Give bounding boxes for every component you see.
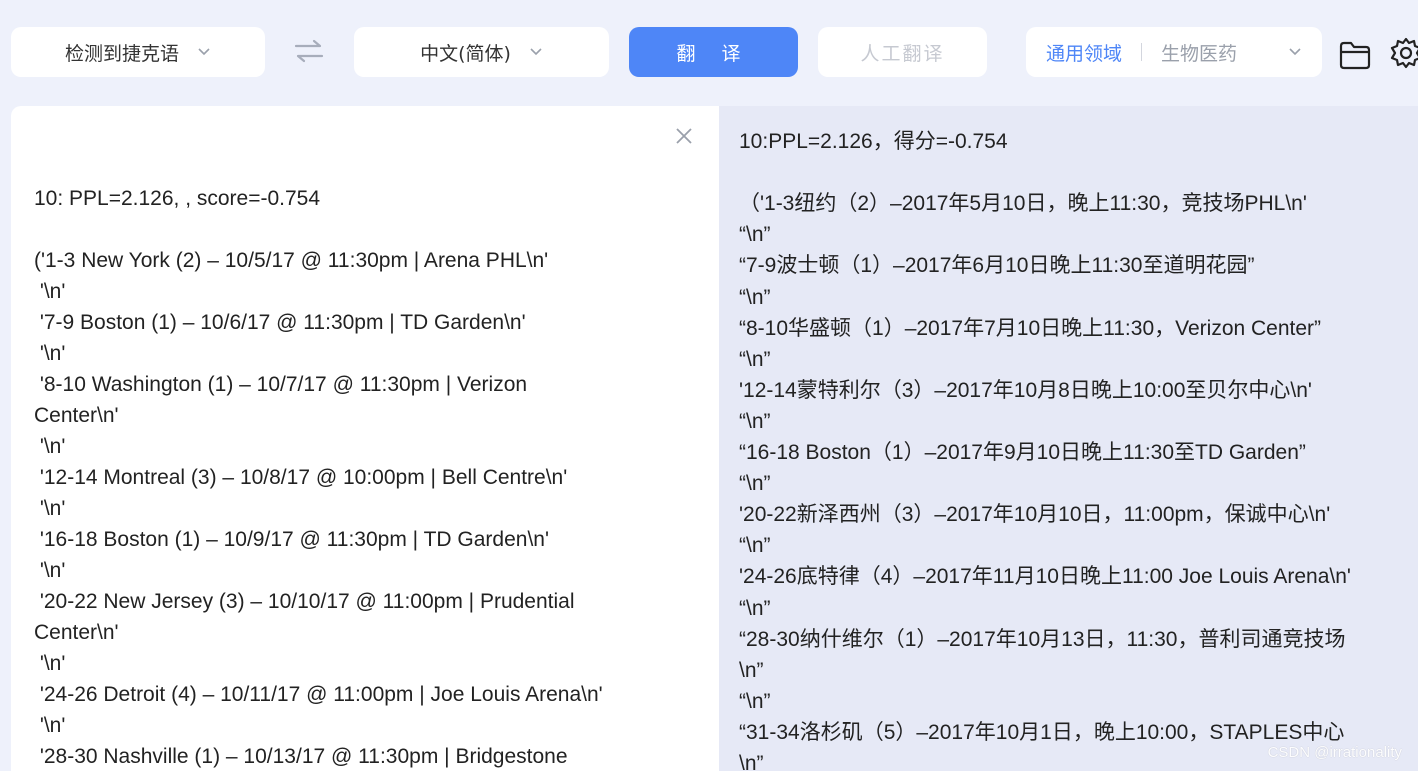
text-line: “\n” <box>739 689 771 713</box>
text-line: 10: PPL=2.126, , score=-0.754 <box>34 187 321 210</box>
text-line: “\n” <box>739 223 771 247</box>
text-line: “28-30纳什维尔（1）–2017年10月13日，11:30，普利司通竞技场 <box>739 627 1346 651</box>
text-line: “\n” <box>739 409 771 433</box>
text-line: '\n' <box>34 342 66 365</box>
swap-icon[interactable] <box>290 36 328 66</box>
folder-icon[interactable] <box>1339 40 1371 70</box>
text-line: “\n” <box>739 472 771 496</box>
text-line: '8-10 Washington (1) – 10/7/17 @ 11:30pm… <box>34 373 528 396</box>
text-line: “\n” <box>739 534 771 558</box>
text-line: '24-26底特律（4）–2017年11月10日晚上11:00 Joe Loui… <box>739 565 1351 589</box>
text-line: '\n' <box>34 280 66 303</box>
chevron-down-icon <box>530 48 542 56</box>
text-line: 10:PPL=2.126，得分=-0.754 <box>739 130 1008 153</box>
translation-output-panel: 10:PPL=2.126，得分=-0.754 （'1-3纽约（2）–2017年5月… <box>719 106 1418 771</box>
text-line: '16-18 Boston (1) – 10/9/17 @ 11:30pm | … <box>34 528 549 551</box>
text-line: '12-14 Montreal (3) – 10/8/17 @ 10:00pm … <box>34 466 568 489</box>
gear-icon[interactable] <box>1390 36 1418 70</box>
close-icon[interactable] <box>674 126 694 146</box>
text-line: '24-26 Detroit (4) – 10/11/17 @ 11:00pm … <box>34 683 603 706</box>
text-line: '\n' <box>34 714 66 737</box>
source-language-select[interactable]: 检测到捷克语 <box>11 27 265 77</box>
toolbar: 检测到捷克语 中文(简体) 翻 译 人工翻译 通用领域 生物医药 <box>0 0 1418 105</box>
text-line: '\n' <box>34 497 66 520</box>
source-language-label: 检测到捷克语 <box>64 42 179 65</box>
chevron-down-icon[interactable] <box>1288 45 1302 59</box>
domain-select[interactable]: 通用领域 生物医药 <box>1026 27 1322 77</box>
text-line: “\n” <box>739 285 771 309</box>
target-language-select[interactable]: 中文(简体) <box>354 27 609 77</box>
text-line: ('1-3 New York (2) – 10/5/17 @ 11:30pm |… <box>34 249 549 272</box>
text-line: \n” <box>739 752 764 771</box>
text-line: '28-30 Nashville (1) – 10/13/17 @ 11:30p… <box>34 745 568 768</box>
watermark: CSDN @irrationality <box>1267 744 1402 761</box>
human-translate-label: 人工翻译 <box>860 42 945 65</box>
text-line: “8-10华盛顿（1）–2017年7月10日晚上11:30，Verizon Ce… <box>739 316 1322 340</box>
text-line: '\n' <box>34 652 66 675</box>
text-line: “\n” <box>739 347 771 371</box>
source-text-panel[interactable]: 10: PPL=2.126, , score=-0.754 ('1-3 New Y… <box>11 106 719 771</box>
divider <box>1141 43 1143 61</box>
text-line: '12-14蒙特利尔（3）–2017年10月8日晚上10:00至贝尔中心\n' <box>739 378 1312 402</box>
text-line: Center\n' <box>34 621 119 644</box>
chevron-down-icon <box>198 48 210 56</box>
text-line: '20-22 New Jersey (3) – 10/10/17 @ 11:00… <box>34 590 575 613</box>
translate-button[interactable]: 翻 译 <box>629 27 798 77</box>
text-line: “31-34洛杉矶（5）–2017年10月1日，晚上10:00，STAPLES中… <box>739 720 1345 744</box>
domain-biomed-option[interactable]: 生物医药 <box>1161 39 1237 66</box>
text-line: \n” <box>739 658 764 682</box>
text-line: “\n” <box>739 596 771 620</box>
text-line: '20-22新泽西州（3）–2017年10月10日，11:00pm，保诚中心\n… <box>739 503 1331 527</box>
text-line: '\n' <box>34 559 66 582</box>
text-line: “16-18 Boston（1）–2017年9月10日晚上11:30至TD Ga… <box>739 441 1306 464</box>
text-line: '7-9 Boston (1) – 10/6/17 @ 11:30pm | TD… <box>34 311 526 334</box>
domain-general-option[interactable]: 通用领域 <box>1046 39 1122 66</box>
text-line: “7-9波士顿（1）–2017年6月10日晚上11:30至道明花园” <box>739 254 1255 278</box>
human-translate-button[interactable]: 人工翻译 <box>818 27 987 77</box>
text-line: （'1-3纽约（2）–2017年5月10日，晚上11:30，竞技场PHL\n' <box>739 192 1307 216</box>
translate-button-label: 翻 译 <box>676 42 751 65</box>
text-line: '\n' <box>34 435 66 458</box>
text-line: Center\n' <box>34 404 119 427</box>
target-language-label: 中文(简体) <box>420 42 511 65</box>
